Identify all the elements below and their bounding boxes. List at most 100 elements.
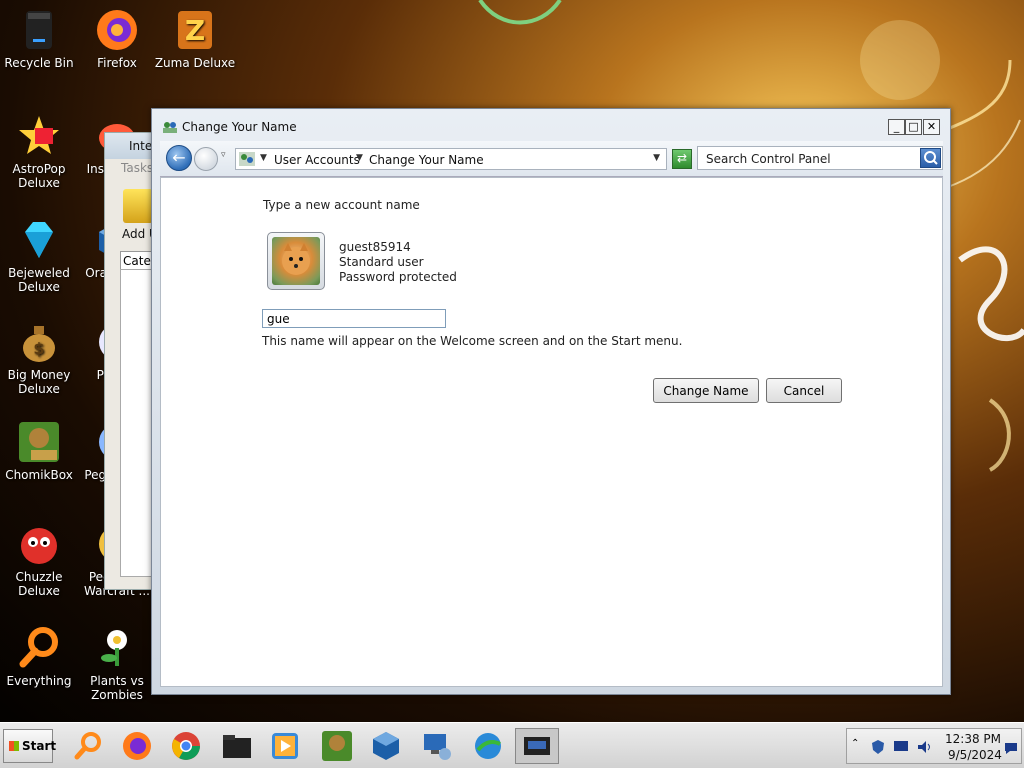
dog-avatar-icon xyxy=(272,237,320,285)
zuma-icon: Z xyxy=(173,8,217,52)
new-name-input[interactable] xyxy=(262,309,446,328)
chomikbox-icon xyxy=(322,731,352,761)
address-dropdown-icon[interactable]: ▼ xyxy=(653,153,660,163)
background-window-tasks: Tasks xyxy=(121,161,154,175)
taskbar-chomikbox[interactable] xyxy=(319,728,355,764)
chomikbox-icon xyxy=(17,420,61,464)
desktop-icon-everything[interactable]: Everything xyxy=(0,626,80,688)
forward-button[interactable] xyxy=(194,147,218,171)
maximize-button[interactable]: □ xyxy=(905,119,922,135)
arrow-left-icon: ← xyxy=(172,148,186,167)
clock-time[interactable]: 12:38 PM xyxy=(945,732,1001,746)
desktop-icon-firefox[interactable]: Firefox xyxy=(76,8,158,70)
control-panel-icon xyxy=(238,151,256,167)
firefox-icon xyxy=(95,8,139,52)
search-box[interactable]: Search Control Panel xyxy=(697,146,943,170)
clock-date[interactable]: 9/5/2024 xyxy=(948,748,1002,762)
title-bar[interactable]: Change Your Name _ □ ✕ xyxy=(152,109,950,143)
refresh-icon: ⇄ xyxy=(676,151,688,165)
show-hidden-icons-chevron-icon[interactable]: ⌃ xyxy=(851,738,859,749)
desktop-icon-label: Chuzzle Deluxe xyxy=(15,570,63,598)
desktop-icon-zuma[interactable]: Z Zuma Deluxe xyxy=(154,8,236,70)
start-button[interactable]: Start xyxy=(3,729,57,763)
taskbar-internet-download[interactable] xyxy=(470,728,506,764)
windows-logo-icon xyxy=(9,741,19,751)
taskbar-control-panel[interactable] xyxy=(515,728,559,764)
search-icon xyxy=(924,151,938,165)
notification-icon[interactable] xyxy=(1004,741,1018,755)
desktop-icon-recycle-bin[interactable]: Recycle Bin xyxy=(0,8,80,70)
desktop-icon-label: Big Money Deluxe xyxy=(7,368,71,396)
recycle-bin-icon xyxy=(17,8,61,52)
desktop-icon-label: Bejeweled Deluxe xyxy=(8,266,70,294)
folder-icon xyxy=(223,735,251,758)
desktop-icon-chuzzle[interactable]: Chuzzle Deluxe xyxy=(0,522,80,598)
taskbar-network[interactable] xyxy=(419,728,455,764)
network-icon xyxy=(424,734,451,760)
volume-icon[interactable] xyxy=(917,740,933,754)
virtualbox-icon xyxy=(373,732,399,760)
refresh-button[interactable]: ⇄ xyxy=(672,149,692,169)
desktop-icon-big-money[interactable]: $ Big Money Deluxe xyxy=(0,320,80,396)
bejeweled-icon xyxy=(17,218,61,262)
change-name-window[interactable]: Change Your Name _ □ ✕ ← ▿ ▼ User Accoun… xyxy=(151,108,951,695)
svg-text:$: $ xyxy=(33,339,44,358)
system-tray: ⌃ 12:38 PM 9/5/2024 xyxy=(846,728,1022,764)
page-heading: Type a new account name xyxy=(263,198,420,212)
taskbar-virtualbox[interactable] xyxy=(368,728,404,764)
money-bag-icon: $ xyxy=(17,320,61,364)
desktop-icon-chomikbox[interactable]: ChomikBox xyxy=(0,420,80,482)
account-name: guest85914 xyxy=(339,240,411,254)
chuzzle-icon xyxy=(17,522,61,566)
back-button[interactable]: ← xyxy=(166,145,192,171)
content-pane: Type a new account name guest85914 Stand… xyxy=(160,177,943,687)
desktop-icon-label: Recycle Bin xyxy=(4,56,74,70)
taskbar-firefox[interactable] xyxy=(119,728,155,764)
avatar xyxy=(267,232,325,290)
search-input[interactable]: Search Control Panel xyxy=(706,152,831,166)
account-type: Standard user xyxy=(339,255,424,269)
desktop-icon-astropop[interactable]: AstroPop Deluxe xyxy=(0,114,80,190)
search-button[interactable] xyxy=(920,148,941,168)
desktop-icon-bejeweled[interactable]: Bejeweled Deluxe xyxy=(0,218,80,294)
svg-text:Z: Z xyxy=(185,14,205,47)
close-button[interactable]: ✕ xyxy=(923,119,940,135)
start-label: Start xyxy=(22,739,57,753)
user-accounts-icon xyxy=(162,120,178,134)
change-name-button[interactable]: Change Name xyxy=(653,378,759,403)
cancel-button[interactable]: Cancel xyxy=(766,378,842,403)
breadcrumb-change-your-name[interactable]: Change Your Name xyxy=(369,153,484,167)
taskbar-media-player[interactable] xyxy=(267,728,303,764)
plants-vs-zombies-icon xyxy=(95,626,139,670)
add-user-icon xyxy=(123,189,153,223)
taskbar-folder[interactable] xyxy=(219,728,255,764)
desktop-icon-label: Zuma Deluxe xyxy=(154,56,236,70)
window-title: Change Your Name xyxy=(182,120,297,134)
recent-pages-chevron-icon[interactable]: ▿ xyxy=(221,150,226,160)
taskbar: Start ⌃ 12:38 PM 9/5/2024 xyxy=(0,722,1024,768)
taskbar-everything[interactable] xyxy=(70,728,106,764)
desktop-icon-plants-vs-zombies[interactable]: Plants vs Zombies xyxy=(76,626,158,702)
security-shield-icon[interactable] xyxy=(871,739,885,755)
taskbar-chrome[interactable] xyxy=(168,728,204,764)
minimize-button[interactable]: _ xyxy=(888,119,905,135)
navigation-bar: ← ▿ ▼ User Accounts ▼ Change Your Name ▼… xyxy=(160,141,943,177)
firefox-icon xyxy=(123,732,151,760)
desktop-icon-label: AstroPop Deluxe xyxy=(12,162,66,190)
name-hint: This name will appear on the Welcome scr… xyxy=(262,334,683,348)
search-magnifier-icon xyxy=(17,626,61,670)
desktop-icon-label: ChomikBox xyxy=(5,468,73,482)
control-panel-icon xyxy=(524,737,550,755)
desktop-icon-label: Everything xyxy=(6,674,72,688)
display-icon[interactable] xyxy=(893,740,909,754)
breadcrumb-chevron-icon[interactable]: ▼ xyxy=(260,153,267,163)
desktop-icon-label: Plants vs Zombies xyxy=(90,674,144,702)
internet-download-icon xyxy=(475,733,501,759)
breadcrumb-user-accounts[interactable]: User Accounts xyxy=(274,153,360,167)
everything-icon xyxy=(74,732,101,760)
breadcrumb-chevron-icon[interactable]: ▼ xyxy=(356,153,363,163)
account-status: Password protected xyxy=(339,270,457,284)
chrome-icon xyxy=(172,732,200,760)
media-player-icon xyxy=(272,733,298,759)
address-bar[interactable]: ▼ User Accounts ▼ Change Your Name ▼ xyxy=(235,148,667,170)
